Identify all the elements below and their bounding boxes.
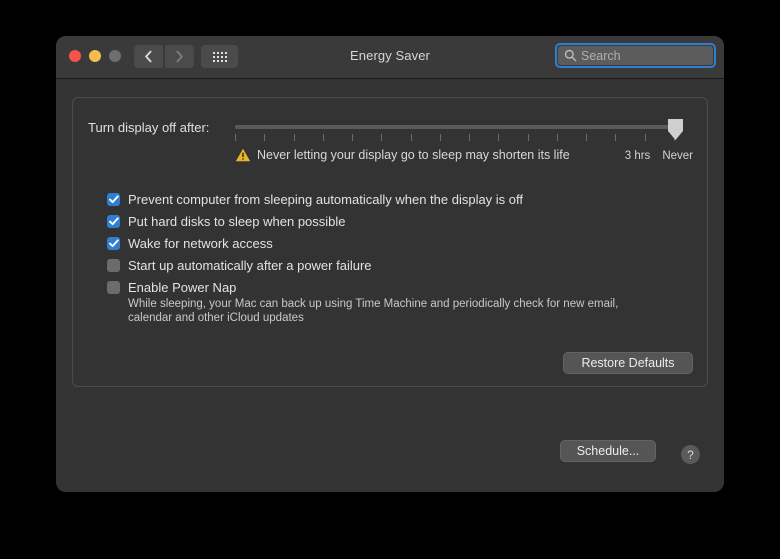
- slider-tick-marks: [235, 134, 675, 141]
- checkbox-wake-network[interactable]: [107, 237, 120, 250]
- checkbox-hard-disk-sleep[interactable]: [107, 215, 120, 228]
- option-label: Put hard disks to sleep when possible: [128, 214, 346, 229]
- sleep-warning: Never letting your display go to sleep m…: [235, 148, 570, 162]
- option-prevent-sleep[interactable]: Prevent computer from sleeping automatic…: [107, 192, 693, 207]
- search-icon: [564, 49, 577, 62]
- display-sleep-slider-row: Turn display off after: Never letting yo…: [88, 118, 693, 174]
- slider-track[interactable]: [235, 125, 675, 129]
- option-label: Wake for network access: [128, 236, 273, 251]
- warning-triangle-icon: [235, 148, 251, 162]
- option-wake-network[interactable]: Wake for network access: [107, 236, 693, 251]
- option-startup-after-power-failure[interactable]: Start up automatically after a power fai…: [107, 258, 693, 273]
- slider-label: Turn display off after:: [88, 120, 210, 135]
- slider-label-never: Never: [662, 150, 693, 162]
- power-nap-description: While sleeping, your Mac can back up usi…: [128, 298, 619, 324]
- search-field[interactable]: Search: [555, 43, 716, 68]
- checkbox-startup-after-power-failure[interactable]: [107, 259, 120, 272]
- window-titlebar: Energy Saver Search: [56, 36, 724, 79]
- checkbox-prevent-sleep[interactable]: [107, 193, 120, 206]
- checkmark-icon: [108, 195, 119, 204]
- slider-thumb[interactable]: [666, 118, 685, 142]
- slider-label-3hrs: 3 hrs: [624, 150, 651, 162]
- help-button[interactable]: ?: [681, 445, 700, 464]
- option-label: Start up automatically after a power fai…: [128, 258, 372, 273]
- options-list: Prevent computer from sleeping automatic…: [107, 192, 693, 325]
- option-label: Enable Power Nap: [128, 280, 237, 295]
- slider-end-labels: 3 hrs Never: [625, 150, 693, 162]
- checkbox-power-nap[interactable]: [107, 281, 120, 294]
- option-hard-disk-sleep[interactable]: Put hard disks to sleep when possible: [107, 214, 693, 229]
- window-body: Turn display off after: Never letting yo…: [56, 79, 724, 492]
- search-field-inner[interactable]: Search: [558, 46, 713, 65]
- sleep-warning-text: Never letting your display go to sleep m…: [257, 148, 570, 162]
- slider-thumb-icon: [668, 119, 683, 140]
- settings-panel: Turn display off after: Never letting yo…: [72, 97, 708, 387]
- checkmark-icon: [108, 239, 119, 248]
- option-label: Prevent computer from sleeping automatic…: [128, 192, 524, 207]
- energy-saver-window: Energy Saver Search Turn display off aft…: [56, 36, 724, 492]
- checkmark-icon: [108, 217, 119, 226]
- restore-defaults-button[interactable]: Restore Defaults: [563, 352, 693, 374]
- schedule-button[interactable]: Schedule...: [560, 440, 656, 462]
- search-input-placeholder: Search: [581, 48, 621, 63]
- option-power-nap[interactable]: Enable Power Nap: [107, 280, 693, 295]
